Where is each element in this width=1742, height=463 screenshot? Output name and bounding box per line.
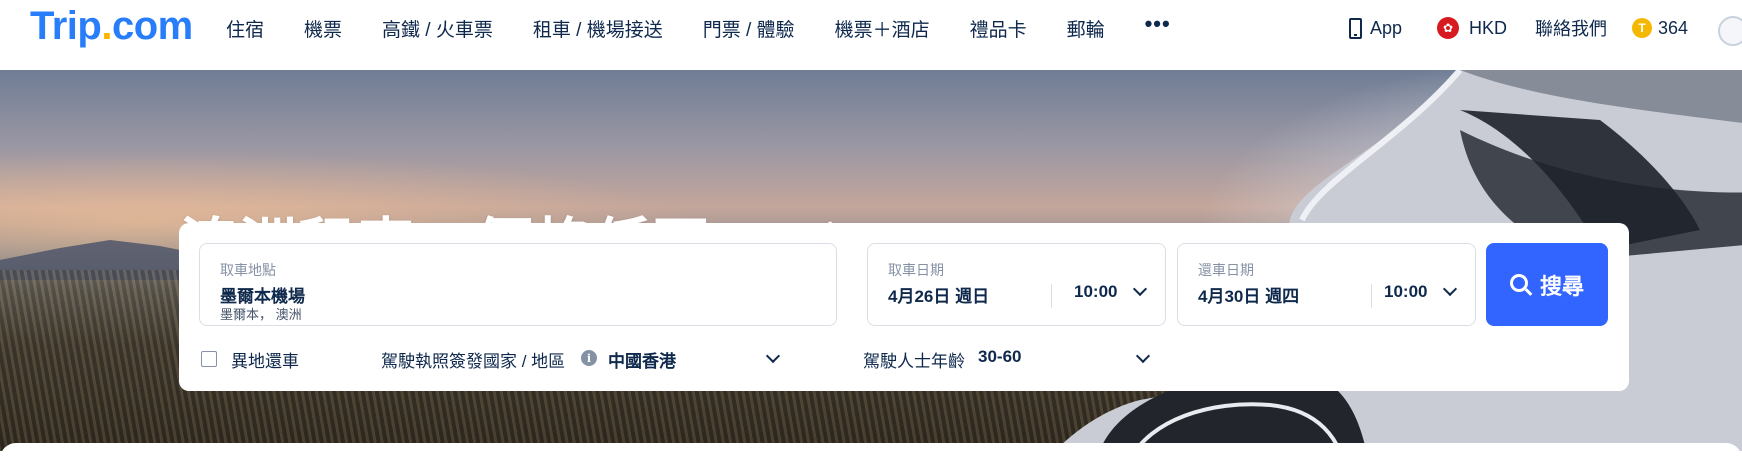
logo-text-com: com (111, 4, 193, 48)
driver-age-value[interactable]: 30-60 (978, 347, 1021, 367)
nav-item-trains[interactable]: 高鐵 / 火車票 (382, 15, 493, 42)
currency-selector[interactable]: ✿ HKD (1437, 0, 1507, 56)
return-time-divider (1371, 284, 1372, 308)
chevron-down-icon[interactable] (765, 348, 781, 364)
nav-item-hotels[interactable]: 住宿 (226, 15, 264, 42)
hong-kong-flag-icon: ✿ (1437, 17, 1459, 39)
chevron-down-icon[interactable] (1135, 348, 1151, 364)
coin-icon: T (1632, 18, 1652, 38)
trip-logo[interactable]: Trip.com (30, 4, 193, 49)
app-label: App (1370, 17, 1403, 38)
chevron-down-icon[interactable] (1442, 281, 1458, 297)
driver-age-label: 駕駛人士年齡 (863, 352, 965, 371)
car-search-panel: 取車地點 墨爾本機場 墨爾本， 澳洲 取車日期 4月26日 週日 10:00 還… (179, 223, 1629, 391)
contact-us-link[interactable]: 聯絡我們 (1535, 0, 1607, 56)
trip-coins[interactable]: T 364 (1632, 0, 1688, 56)
return-date-value: 4月30日 週四 (1198, 287, 1300, 306)
return-date-label: 還車日期 (1198, 262, 1254, 278)
pickup-date-value: 4月26日 週日 (888, 287, 990, 306)
nav-more-icon[interactable]: ••• (1145, 11, 1171, 37)
license-country-label: 駕駛執照簽發國家 / 地區 (381, 352, 566, 371)
nav-item-car-rental[interactable]: 租車 / 機場接送 (533, 15, 663, 42)
content-card-top (0, 443, 1742, 463)
license-info-icon[interactable]: i (581, 350, 597, 366)
phone-icon (1349, 17, 1362, 39)
pickup-date-label: 取車日期 (888, 262, 944, 278)
logo-dot: . (101, 4, 112, 48)
different-return-label[interactable]: 異地還車 (231, 347, 299, 372)
different-return-checkbox[interactable] (201, 351, 217, 367)
pickup-location-label: 取車地點 (220, 262, 276, 278)
search-options-row: 異地還車 駕駛執照簽發國家 / 地區 i 中國香港 駕駛人士年齡 30-60 (179, 345, 1629, 375)
search-button-label: 搜尋 (1539, 273, 1584, 299)
pickup-time-divider (1051, 284, 1052, 308)
pickup-location-field[interactable]: 取車地點 墨爾本機場 墨爾本， 澳洲 (199, 243, 837, 326)
search-button[interactable]: 搜尋 (1486, 243, 1608, 326)
contact-label: 聯絡我們 (1535, 19, 1607, 39)
nav-item-cruises[interactable]: 郵輪 (1067, 15, 1105, 42)
user-avatar[interactable] (1718, 16, 1742, 46)
pickup-time-value[interactable]: 10:00 (1074, 282, 1117, 302)
nav-item-gift-cards[interactable]: 禮品卡 (970, 15, 1027, 42)
top-header: Trip.com 住宿 機票 高鐵 / 火車票 租車 / 機場接送 門票 / 體… (0, 0, 1742, 70)
search-icon (1509, 273, 1528, 292)
chevron-down-icon[interactable] (1132, 281, 1148, 297)
logo-text-trip: Trip (30, 4, 102, 48)
nav-item-flights[interactable]: 機票 (304, 15, 342, 42)
coin-count: 364 (1658, 17, 1689, 38)
pickup-date-field[interactable]: 取車日期 4月26日 週日 10:00 (867, 243, 1166, 326)
nav-item-attractions[interactable]: 門票 / 體驗 (703, 15, 795, 42)
pickup-location-sub: 墨爾本， 澳洲 (220, 307, 302, 322)
main-nav: 住宿 機票 高鐵 / 火車票 租車 / 機場接送 門票 / 體驗 機票＋酒店 禮… (226, 0, 1171, 56)
return-time-value[interactable]: 10:00 (1384, 282, 1427, 302)
app-download-link[interactable]: App (1349, 0, 1402, 56)
return-date-field[interactable]: 還車日期 4月30日 週四 10:00 (1177, 243, 1476, 326)
nav-item-flight-hotel[interactable]: 機票＋酒店 (835, 15, 930, 42)
currency-label: HKD (1469, 17, 1508, 38)
license-country-value[interactable]: 中國香港 (608, 347, 676, 372)
